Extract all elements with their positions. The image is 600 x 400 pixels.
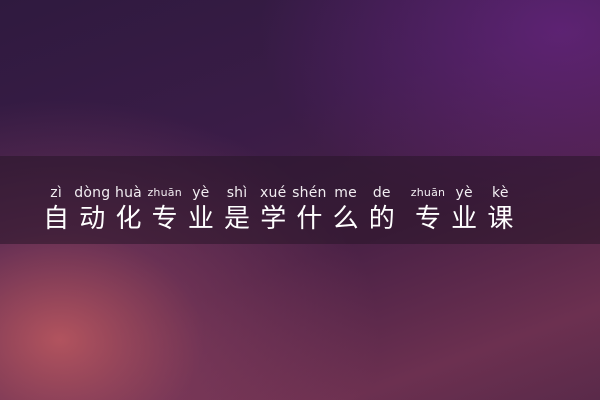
pinyin-label: kè [492, 185, 509, 201]
title-char: de 的 [364, 156, 400, 235]
hanzi-char: 专 [414, 204, 441, 234]
title-row: zì 自 dòng 动 huà 化 zhuān 专 yè 业 shì 是 xué… [38, 156, 578, 244]
pinyin-label: shì [226, 185, 248, 201]
title-char: me 么 [328, 156, 364, 235]
hanzi-char: 专 [151, 204, 178, 234]
title-char: shì 是 [219, 156, 255, 235]
pinyin-label: me [334, 185, 357, 201]
hanzi-char: 么 [332, 204, 359, 234]
title-char: kè 课 [482, 156, 518, 235]
hanzi-char: 业 [451, 204, 478, 234]
hanzi-char: 自 [43, 204, 70, 234]
title-char: yè 业 [183, 156, 219, 235]
hanzi-char: 化 [115, 204, 142, 234]
pinyin-label: de [372, 185, 391, 201]
hanzi-char: 什 [296, 204, 323, 234]
title-char: xué 学 [255, 156, 291, 235]
hanzi-char: 的 [368, 204, 395, 234]
title-char: huà 化 [110, 156, 146, 235]
hanzi-char: 业 [187, 204, 214, 234]
pinyin-label: shén [292, 185, 327, 201]
pinyin-label: zhuān [410, 186, 446, 199]
hanzi-char: 学 [260, 204, 287, 234]
title-char: zhuān 专 [410, 156, 446, 235]
hanzi-char: 是 [224, 204, 251, 234]
title-char: zhuān 专 [147, 156, 183, 235]
hanzi-char: 动 [79, 204, 106, 234]
pinyin-label: dòng [74, 185, 111, 201]
pinyin-label: yè [192, 185, 210, 201]
title-char: dòng 动 [74, 156, 110, 235]
title-char: zì 自 [38, 156, 74, 235]
hanzi-char: 课 [487, 204, 514, 234]
pinyin-label: huà [115, 185, 142, 201]
title-char: shén 什 [291, 156, 327, 235]
page-background: { "title": { "chars": [ {"pinyin": "zì",… [0, 0, 600, 400]
pinyin-label: zì [50, 185, 62, 201]
pinyin-label: xué [260, 185, 287, 201]
title-char: yè 业 [446, 156, 482, 235]
title-banner: zì 自 dòng 动 huà 化 zhuān 专 yè 业 shì 是 xué… [0, 156, 600, 244]
pinyin-label: yè [455, 185, 473, 201]
pinyin-label: zhuān [147, 186, 182, 199]
